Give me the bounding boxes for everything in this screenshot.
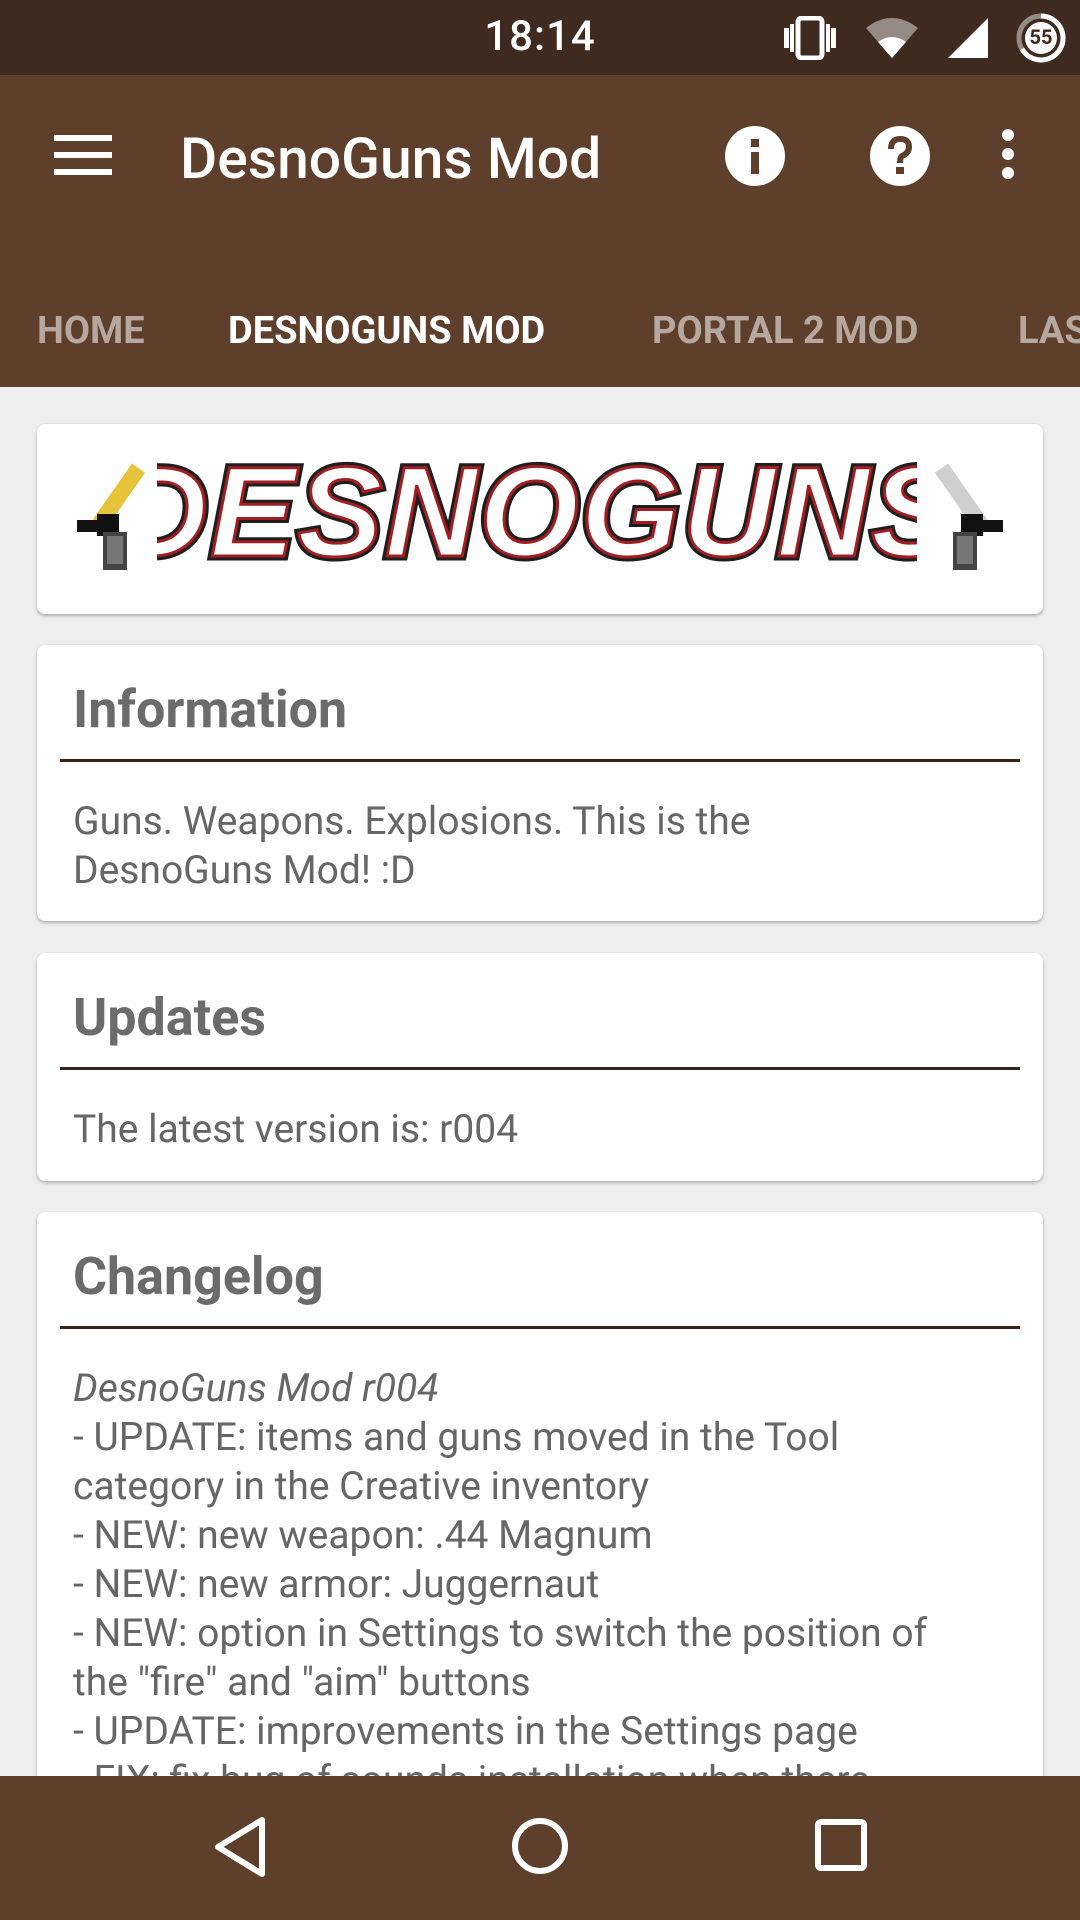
changelog-divider (60, 1326, 1020, 1329)
wifi-icon (864, 16, 920, 60)
tab-home[interactable]: HOME (37, 275, 145, 387)
vibrate-icon (782, 16, 838, 60)
updates-title: Updates (73, 987, 267, 1048)
updates-body: The latest version is: r004 (73, 1106, 519, 1152)
home-icon[interactable] (511, 1817, 569, 1879)
changelog-line: - UPDATE: improvements in the Settings p… (73, 1708, 858, 1754)
more-vert-icon (988, 129, 1028, 193)
information-body: Guns. Weapons. Explosions. This is the D… (73, 797, 1013, 895)
tab-desnoguns-mod[interactable]: DESNOGUNS MOD (228, 275, 545, 387)
changelog-line: - NEW: new weapon: .44 Magnum (73, 1512, 653, 1558)
changelog-title: Changelog (73, 1246, 324, 1307)
help-icon (869, 126, 931, 191)
changelog-line: the "fire" and "aim" buttons (73, 1659, 531, 1705)
information-line: DesnoGuns Mod! :D (73, 847, 416, 893)
information-card: Information Guns. Weapons. Explosions. T… (37, 645, 1043, 921)
app-bar: DesnoGuns Mod HOME DESNOGUNS MOD PORTAL … (0, 75, 1080, 587)
help-button[interactable] (869, 125, 931, 187)
gold-gun-icon (67, 462, 157, 581)
tab-portal-2-mod[interactable]: PORTAL 2 MOD (652, 275, 918, 387)
changelog-line: - NEW: option in Settings to switch the … (73, 1610, 928, 1656)
info-icon (724, 126, 786, 191)
changelog-line: - UPDATE: items and guns moved in the To… (73, 1414, 840, 1460)
battery-level: 55 (1029, 25, 1053, 49)
info-button[interactable] (724, 125, 786, 187)
changelog-line: - NEW: new armor: Juggernaut (73, 1561, 600, 1607)
menu-button[interactable] (54, 133, 114, 177)
tab-las[interactable]: LAS (1018, 275, 1080, 387)
logo: DESNOGUNS DESNOGUNS (157, 446, 917, 586)
information-line: Guns. Weapons. Explosions. This is the (73, 798, 751, 844)
status-bar: 18:14 55 (0, 0, 1080, 75)
more-options-button[interactable] (988, 127, 1028, 189)
logo-text-outline: DESNOGUNS (157, 446, 917, 584)
information-divider (60, 759, 1020, 762)
menu-icon (54, 135, 114, 181)
tab-bar: HOME DESNOGUNS MOD PORTAL 2 MOD LAS (0, 275, 1080, 587)
app-title: DesnoGuns Mod (180, 125, 602, 192)
navigation-bar (0, 1776, 1080, 1920)
changelog-version-heading: DesnoGuns Mod r004 (73, 1365, 439, 1411)
silver-gun-icon (923, 462, 1013, 581)
changelog-line: category in the Creative inventory (73, 1463, 650, 1509)
cell-signal-icon (946, 16, 990, 60)
updates-divider (60, 1067, 1020, 1070)
back-icon[interactable] (212, 1816, 268, 1882)
changelog-card: Changelog DesnoGuns Mod r004 - UPDATE: i… (37, 1212, 1043, 1832)
battery-icon: 55 (1016, 13, 1066, 63)
banner-card: DESNOGUNS DESNOGUNS (37, 424, 1043, 614)
recents-icon[interactable] (815, 1819, 867, 1875)
changelog-body: DesnoGuns Mod r004 - UPDATE: items and g… (73, 1364, 1013, 1805)
status-icons: 55 (782, 12, 1066, 64)
information-title: Information (73, 679, 348, 740)
updates-card: Updates The latest version is: r004 (37, 953, 1043, 1181)
